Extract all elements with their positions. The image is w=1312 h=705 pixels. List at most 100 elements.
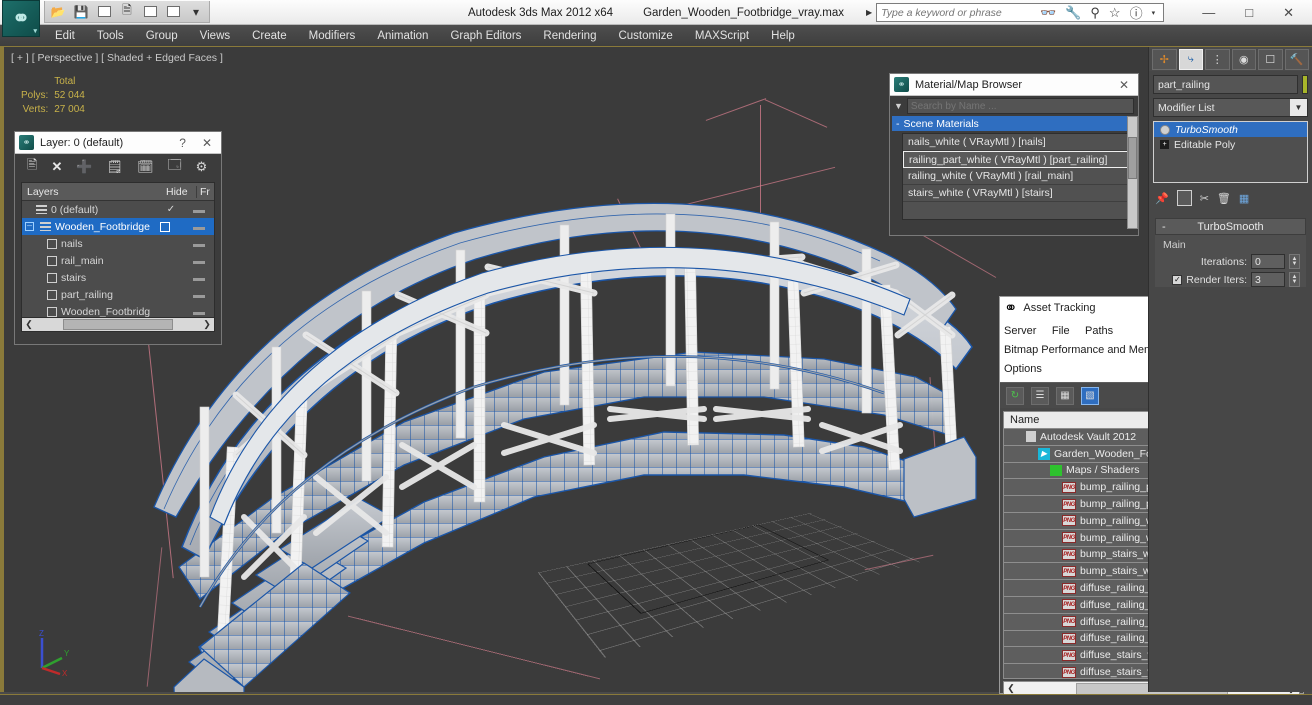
material-vertical-scrollbar[interactable]	[1127, 116, 1138, 229]
render-iters-checkbox[interactable]: ✓	[1172, 275, 1182, 285]
configure-sets-icon[interactable]: ▦	[1239, 192, 1249, 205]
menu-file[interactable]: File	[1052, 323, 1070, 340]
scrollbar-thumb[interactable]	[63, 319, 173, 330]
menu-help[interactable]: Help	[760, 28, 806, 44]
tab-hierarchy[interactable]: ⋮	[1205, 49, 1230, 70]
scrollbar-thumb[interactable]	[1128, 137, 1137, 179]
render-iters-spinner[interactable]: ▲ ▼	[1289, 272, 1300, 287]
menu-customize[interactable]: Customize	[607, 28, 683, 44]
tab-modify[interactable]: ⤷	[1179, 49, 1204, 70]
material-item-railing-part-white[interactable]: railing_part_white ( VRayMtl ) [part_rai…	[903, 151, 1135, 168]
material-item-nails-white[interactable]: nails_white ( VRayMtl ) [nails]	[903, 134, 1135, 151]
tab-motion[interactable]: ◉	[1232, 49, 1257, 70]
menu-rendering[interactable]: Rendering	[532, 28, 607, 44]
stack-item-editable-poly[interactable]: + Editable Poly	[1154, 137, 1307, 152]
menu-edit[interactable]: Edit	[44, 28, 86, 44]
material-search-input[interactable]	[907, 98, 1134, 114]
menu-tools[interactable]: Tools	[86, 28, 135, 44]
layer-hide-toggle[interactable]	[184, 272, 214, 284]
tab-display[interactable]: ☐	[1258, 49, 1283, 70]
select-objects-icon[interactable]: 🗒	[107, 159, 124, 175]
add-selection-icon[interactable]: 🗔	[168, 156, 182, 178]
layer-hide-toggle[interactable]	[184, 255, 214, 267]
close-icon[interactable]: ✕	[197, 136, 217, 150]
grid-view-icon[interactable]: ▧	[1081, 387, 1099, 405]
scroll-left-icon[interactable]: ❮	[22, 319, 36, 330]
expand-plus-icon[interactable]: +	[1160, 140, 1169, 149]
menu-maxscript[interactable]: MAXScript	[684, 28, 760, 44]
chevron-down-icon[interactable]: ▼	[1290, 99, 1307, 116]
undo-icon[interactable]	[94, 3, 114, 21]
render-icon[interactable]	[140, 3, 160, 21]
object-color-swatch[interactable]	[1302, 75, 1308, 94]
subscription-icon[interactable]: ⚲	[1090, 5, 1100, 21]
tab-create[interactable]: ✢	[1152, 49, 1177, 70]
stack-item-turbosmooth[interactable]: TurboSmooth	[1154, 122, 1307, 137]
layer-hide-toggle[interactable]	[184, 238, 214, 250]
maximize-icon[interactable]: □	[1245, 5, 1253, 20]
refresh-icon[interactable]: ↻	[1006, 387, 1024, 405]
layer-hide-toggle[interactable]	[184, 289, 214, 301]
close-icon[interactable]: ✕	[1114, 78, 1134, 92]
remove-modifier-icon[interactable]: 🗑	[1217, 192, 1231, 205]
menu-bitmap-performance[interactable]: Bitmap Performance and Memory	[1004, 342, 1168, 359]
menu-modifiers[interactable]: Modifiers	[298, 28, 367, 44]
help-icon[interactable]: ⓘ	[1130, 3, 1143, 22]
minimize-icon[interactable]: —	[1202, 5, 1215, 20]
star-icon[interactable]: ☆	[1109, 5, 1121, 21]
scroll-right-icon[interactable]: ❯	[200, 319, 214, 330]
layer-row-stairs[interactable]: stairs	[22, 269, 214, 286]
layer-hide-toggle[interactable]	[184, 306, 214, 318]
layer-hide-toggle[interactable]	[184, 204, 214, 216]
list-view-icon[interactable]: ☰	[1031, 387, 1049, 405]
menu-group[interactable]: Group	[135, 28, 189, 44]
delete-layer-icon[interactable]: ✕	[51, 159, 62, 175]
new-layer-icon[interactable]: 🖹	[27, 156, 37, 178]
scene-materials-group[interactable]: - Scene Materials	[892, 116, 1136, 131]
layer-current-check[interactable]	[160, 222, 170, 232]
layer-row-rail-main[interactable]: rail_main	[22, 252, 214, 269]
modifier-list-dropdown[interactable]: Modifier List ▼	[1153, 98, 1308, 117]
show-end-result-icon[interactable]	[1177, 190, 1192, 206]
expand-icon[interactable]: ─	[25, 222, 34, 231]
layer-row-default[interactable]: 0 (default) ✓	[22, 201, 214, 218]
more-icon[interactable]: ▾	[186, 3, 206, 21]
scroll-left-icon[interactable]: ❮	[1004, 683, 1018, 694]
layer-row-wooden-footbridge[interactable]: ─ Wooden_Footbridge	[22, 218, 214, 235]
tab-utilities[interactable]: 🔨	[1285, 49, 1310, 70]
menu-views[interactable]: Views	[189, 28, 241, 44]
rollout-collapse-icon[interactable]: -	[1162, 221, 1166, 233]
binoculars-icon[interactable]: 👓	[1040, 5, 1056, 21]
close-icon[interactable]: ✕	[1283, 5, 1294, 21]
layer-row-nails[interactable]: nails	[22, 235, 214, 252]
pin-stack-icon[interactable]: 📌	[1155, 192, 1169, 205]
lightbulb-icon[interactable]	[1160, 125, 1170, 135]
settings-layer-icon[interactable]: ⚙	[196, 159, 208, 175]
app-logo-button[interactable]: ⚭ ▾	[2, 0, 40, 37]
save-icon[interactable]: 💾	[71, 3, 91, 21]
material-item-railing-white[interactable]: railing_white ( VRayMtl ) [rail_main]	[903, 168, 1135, 185]
chevron-down-icon[interactable]: ▾	[1152, 9, 1156, 17]
object-name-input[interactable]	[1153, 75, 1298, 94]
render-iters-value[interactable]: 3	[1251, 272, 1285, 287]
menu-paths[interactable]: Paths	[1085, 323, 1113, 340]
make-unique-icon[interactable]: ✂	[1200, 192, 1209, 205]
menu-create[interactable]: Create	[241, 28, 298, 44]
menu-options[interactable]: Options	[1004, 361, 1042, 378]
modifier-stack[interactable]: TurboSmooth + Editable Poly	[1153, 121, 1308, 183]
material-map-browser[interactable]: ⚭ Material/Map Browser ✕ ▼ - Scene Mater…	[889, 73, 1139, 236]
iterations-value[interactable]: 0	[1251, 254, 1285, 269]
select-highlight-icon[interactable]: 🗓	[137, 159, 154, 175]
renderframe-icon[interactable]	[163, 3, 183, 21]
menu-server[interactable]: Server	[1004, 323, 1036, 340]
scene-materials-list[interactable]: nails_white ( VRayMtl ) [nails] railing_…	[902, 133, 1136, 220]
iterations-spinner[interactable]: ▲ ▼	[1289, 254, 1300, 269]
layer-list[interactable]: Layers Hide Fr 0 (default) ✓ ─ Wooden_Fo…	[21, 182, 215, 332]
layer-horizontal-scrollbar[interactable]: ❮ ❯	[22, 317, 214, 331]
menu-animation[interactable]: Animation	[366, 28, 439, 44]
material-item-stairs-white[interactable]: stairs_white ( VRayMtl ) [stairs]	[903, 185, 1135, 202]
rollout-header[interactable]: - TurboSmooth	[1155, 218, 1306, 235]
layer-explorer-panel[interactable]: ⚭ Layer: 0 (default) ? ✕ 🖹 ✕ ➕ 🗒 🗓 🗔 ⚙ L…	[14, 131, 222, 345]
redo-icon[interactable]: 🗎	[117, 3, 137, 21]
layer-current-check[interactable]: ✓	[158, 204, 184, 215]
